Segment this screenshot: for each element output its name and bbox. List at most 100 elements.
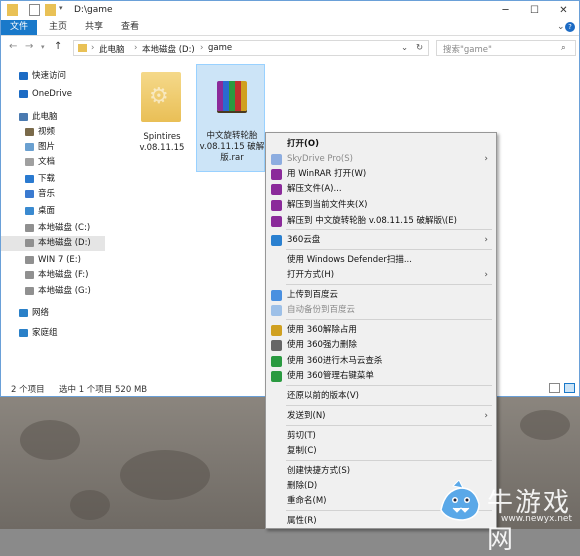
pictures-folder-icon	[25, 143, 34, 151]
sidebar-item[interactable]: 下载	[1, 172, 105, 187]
breadcrumb-separator: ›	[200, 43, 204, 53]
file-item-rar[interactable]: 中文旋转轮胎 v.08.11.15 破解版.rar	[196, 64, 265, 172]
recent-locations-icon[interactable]: ▾	[41, 43, 45, 51]
tab-file[interactable]: 文件	[1, 20, 37, 35]
tab-view[interactable]: 查看	[113, 20, 147, 35]
sidebar-item[interactable]: 文档	[1, 155, 105, 170]
context-menu-item[interactable]: 使用 360强力删除	[266, 338, 496, 353]
menu-item-label: 使用 360管理右键菜单	[287, 371, 374, 381]
context-menu-item[interactable]: 使用 360解除占用	[266, 323, 496, 338]
sidebar-item-label: 网络	[32, 308, 50, 318]
new-folder-icon[interactable]	[45, 4, 56, 16]
help-icon[interactable]: ?	[565, 22, 575, 32]
minimize-button[interactable]: ─	[491, 1, 520, 20]
tab-home[interactable]: 主页	[41, 20, 75, 35]
title-bar: ▾ D:\game ─ ☐ ✕	[1, 1, 579, 20]
sidebar-item[interactable]: 视频	[1, 125, 105, 140]
context-menu-item[interactable]: 使用 Windows Defender扫描...	[266, 253, 496, 268]
music-icon	[25, 190, 34, 198]
sidebar-item-label: 家庭组	[32, 328, 58, 338]
context-menu-item[interactable]: SkyDrive Pro(S) ›	[266, 152, 496, 167]
sidebar-item-label: WIN 7 (E:)	[38, 255, 81, 265]
menu-item-label: SkyDrive Pro(S)	[287, 154, 353, 164]
context-menu-item[interactable]: 使用 360管理右键菜单	[266, 369, 496, 384]
back-button[interactable]: ←	[9, 41, 17, 52]
context-menu-item[interactable]: 打开方式(H) ›	[266, 268, 496, 283]
search-icon: ⌕	[561, 43, 566, 53]
context-menu-item[interactable]: 复制(C)	[266, 444, 496, 459]
menu-item-label: 打开方式(H)	[287, 270, 335, 280]
tab-share[interactable]: 共享	[77, 20, 111, 35]
context-menu-item[interactable]: 360云盘 ›	[266, 233, 496, 248]
sidebar-item[interactable]: 图片	[1, 140, 105, 155]
baidu-cloud-icon	[271, 305, 282, 316]
menu-item-label: 复制(C)	[287, 446, 317, 456]
context-menu-item[interactable]: 解压到 中文旋转轮胎 v.08.11.15 破解版\(E)	[266, 214, 496, 229]
menu-separator	[286, 405, 492, 406]
folder-icon	[7, 4, 18, 16]
sidebar-item[interactable]: OneDrive	[1, 87, 105, 102]
sidebar-item[interactable]: 本地磁盘 (C:)	[1, 221, 105, 236]
menu-item-label: 360云盘	[287, 235, 321, 245]
refresh-icon[interactable]: ↻	[416, 43, 423, 53]
details-view-button[interactable]	[549, 383, 560, 393]
address-bar[interactable]: › 此电脑 › 本地磁盘 (D:) › game ⌄ ↻	[73, 40, 429, 56]
properties-icon[interactable]	[29, 4, 40, 16]
menu-item-label: 创建快捷方式(S)	[287, 466, 351, 476]
selection-info: 选中 1 个项目 520 MB	[59, 385, 148, 395]
up-button[interactable]: ↑	[54, 41, 62, 52]
context-menu-item[interactable]: 使用 360进行木马云查杀	[266, 354, 496, 369]
winrar-icon	[271, 169, 282, 180]
sidebar-item-label: 图片	[38, 142, 56, 152]
sidebar-item-label: 本地磁盘 (G:)	[38, 286, 91, 296]
sidebar-item-label: 下载	[38, 174, 56, 184]
breadcrumb-game[interactable]: game	[208, 43, 232, 53]
menu-separator	[286, 284, 492, 285]
sidebar-item[interactable]: 本地磁盘 (F:)	[1, 268, 105, 283]
sidebar-item[interactable]: 此电脑	[1, 110, 105, 125]
sidebar-item-label: 桌面	[38, 206, 56, 216]
sidebar-item-label: 音乐	[38, 189, 56, 199]
navigation-pane: 快速访问 OneDrive 此电脑 视频 图片 文档 下载 音乐 桌面 本地磁盘 (C:) 本地磁盘…	[1, 61, 105, 379]
sidebar-item[interactable]: 本地磁盘 (G:)	[1, 284, 105, 299]
context-menu-item[interactable]: 打开(O)	[266, 137, 496, 152]
breadcrumb-this-pc[interactable]: 此电脑	[99, 43, 125, 55]
cloud-icon	[19, 90, 28, 98]
menu-item-label: 上传到百度云	[287, 290, 339, 300]
dropdown-icon[interactable]: ▾	[59, 4, 65, 16]
context-menu-item[interactable]: 发送到(N) ›	[266, 409, 496, 424]
close-button[interactable]: ✕	[549, 1, 578, 20]
skydrive-icon	[271, 154, 282, 165]
forward-button[interactable]: →	[25, 41, 33, 52]
sidebar-item[interactable]: 快速访问	[1, 69, 105, 84]
file-item-folder[interactable]: ⚙ Spintires v.08.11.15	[127, 64, 197, 164]
search-placeholder: 搜索"game"	[443, 45, 492, 55]
sidebar-item[interactable]: 本地磁盘 (D:)	[1, 236, 105, 251]
ribbon-tabs: 文件 主页 共享 查看 ⌄ ?	[1, 20, 579, 36]
video-folder-icon	[25, 128, 34, 136]
sidebar-item[interactable]: WIN 7 (E:)	[1, 253, 105, 268]
sidebar-item[interactable]: 家庭组	[1, 326, 105, 341]
drive-icon	[25, 256, 34, 264]
context-menu-item[interactable]: 自动备份到百度云	[266, 303, 496, 318]
360-scan-icon	[271, 356, 282, 367]
navigation-bar: ← → ▾ ↑ › 此电脑 › 本地磁盘 (D:) › game ⌄ ↻ 搜索"…	[1, 37, 579, 59]
context-menu-item[interactable]: 上传到百度云	[266, 288, 496, 303]
menu-item-label: 属性(R)	[287, 516, 317, 526]
context-menu-item[interactable]: 还原以前的版本(V)	[266, 389, 496, 404]
sidebar-item[interactable]: 桌面	[1, 204, 105, 219]
address-dropdown-icon[interactable]: ⌄	[401, 43, 408, 53]
context-menu-item[interactable]: 解压到当前文件夹(X)	[266, 198, 496, 213]
sidebar-item[interactable]: 网络	[1, 306, 105, 321]
search-box[interactable]: 搜索"game" ⌕	[436, 40, 576, 56]
context-menu-item[interactable]: 用 WinRAR 打开(W)	[266, 167, 496, 182]
sidebar-item[interactable]: 音乐	[1, 187, 105, 202]
large-icons-view-button[interactable]	[564, 383, 575, 393]
context-menu-item[interactable]: 解压文件(A)...	[266, 182, 496, 197]
context-menu-item[interactable]: 剪切(T)	[266, 429, 496, 444]
breadcrumb-drive-d[interactable]: 本地磁盘 (D:)	[142, 43, 195, 55]
maximize-button[interactable]: ☐	[520, 1, 549, 20]
context-menu-item[interactable]: 创建快捷方式(S)	[266, 464, 496, 479]
file-name: Spintires v.08.11.15	[139, 132, 185, 153]
homegroup-icon	[19, 329, 28, 337]
